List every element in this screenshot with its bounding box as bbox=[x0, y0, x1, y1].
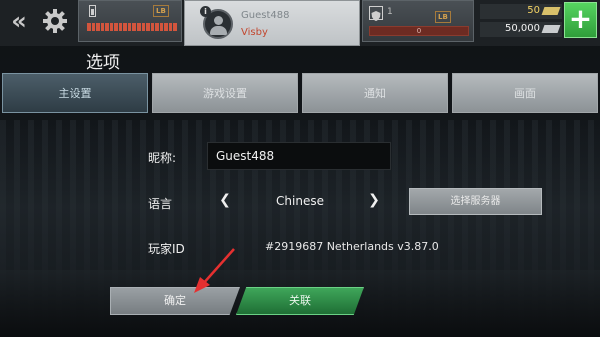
link-account-button[interactable]: 关联 bbox=[236, 287, 364, 315]
double-chevron-left-icon: « bbox=[11, 7, 27, 35]
ship-name: Visby bbox=[241, 27, 268, 38]
battery-icon bbox=[89, 5, 96, 17]
status-badge: LB bbox=[153, 5, 169, 17]
xp-bar: 0 bbox=[369, 26, 469, 36]
silver-amount: 50,000 bbox=[505, 23, 540, 34]
silver-bar-icon bbox=[541, 25, 561, 33]
language-prev-button[interactable]: ❮ bbox=[218, 192, 232, 208]
confirm-button[interactable]: 确定 bbox=[110, 287, 240, 315]
settings-button[interactable] bbox=[40, 6, 70, 36]
nickname-label: 昵称: bbox=[148, 151, 177, 165]
currency-panel: 50 50,000 bbox=[480, 2, 562, 40]
top-bar: « LB i Guest488 Visby 1 LB 0 50 50,000 + bbox=[0, 0, 600, 46]
language-next-button[interactable]: ❯ bbox=[367, 192, 381, 208]
plus-icon: + bbox=[568, 2, 593, 35]
player-panel[interactable]: i Guest488 Visby bbox=[184, 0, 360, 46]
add-currency-button[interactable]: + bbox=[564, 2, 597, 38]
back-button[interactable]: « bbox=[6, 6, 32, 36]
language-label: 语言 bbox=[148, 197, 173, 211]
tab-notifications[interactable]: 通知 bbox=[302, 73, 448, 113]
tab-main-settings[interactable]: 主设置 bbox=[2, 73, 148, 113]
gold-amount: 50 bbox=[527, 5, 540, 16]
info-icon: i bbox=[200, 6, 211, 17]
player-name: Guest488 bbox=[241, 10, 290, 21]
select-server-button[interactable]: 选择服务器 bbox=[409, 188, 542, 215]
chevron-left-icon: ❮ bbox=[219, 192, 231, 208]
silver-row: 50,000 bbox=[480, 22, 562, 37]
nickname-input[interactable] bbox=[207, 142, 391, 170]
level-panel: 1 LB 0 bbox=[362, 0, 474, 42]
tab-game-settings[interactable]: 游戏设置 bbox=[152, 73, 298, 113]
player-id-value: #2919687 Netherlands v3.87.0 bbox=[265, 240, 439, 253]
level-badge: LB bbox=[435, 11, 451, 23]
tab-bar: 主设置 游戏设置 通知 画面 bbox=[2, 73, 598, 113]
shield-icon bbox=[369, 6, 383, 21]
gear-icon bbox=[43, 9, 67, 33]
chevron-right-icon: ❯ bbox=[368, 192, 380, 208]
page-title: 选项 bbox=[86, 53, 120, 73]
gold-bar-icon bbox=[541, 7, 561, 15]
player-id-label: 玩家ID bbox=[148, 242, 185, 256]
level-number: 1 bbox=[387, 7, 393, 17]
gold-row: 50 bbox=[480, 4, 562, 19]
language-value: Chinese bbox=[276, 194, 324, 208]
tab-graphics[interactable]: 画面 bbox=[452, 73, 598, 113]
hp-panel: LB bbox=[78, 0, 182, 42]
hp-bar bbox=[87, 23, 177, 31]
